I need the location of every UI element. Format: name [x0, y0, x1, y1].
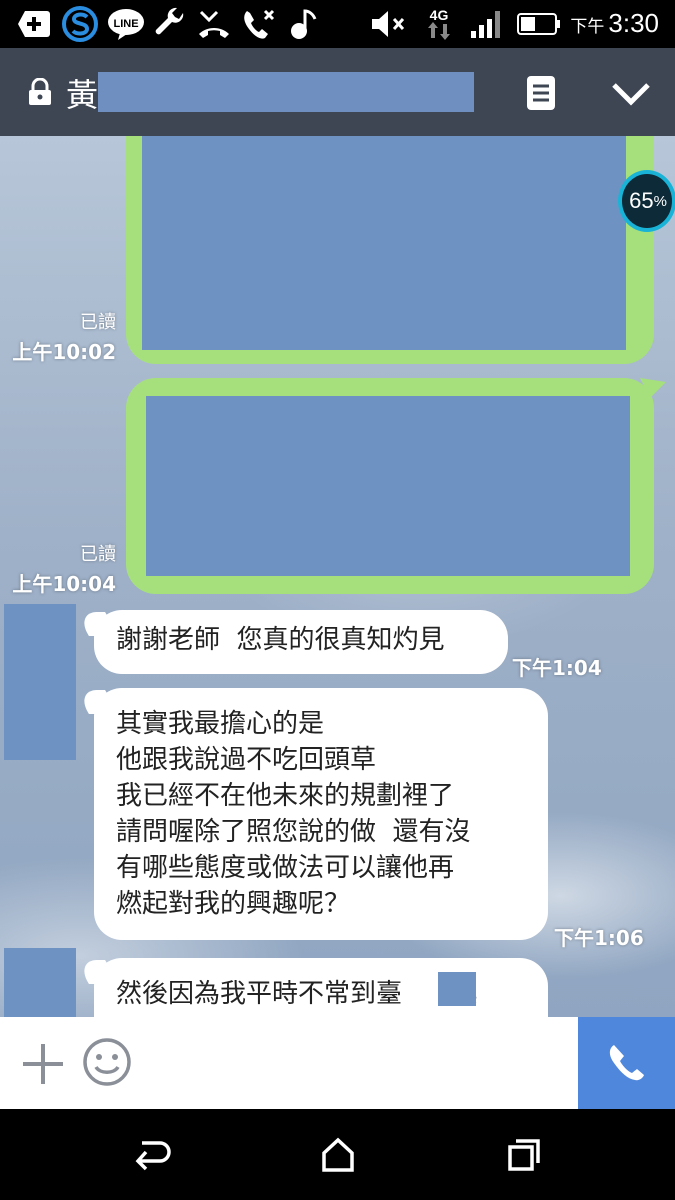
back-icon[interactable] — [132, 1137, 172, 1173]
message-time: 上午10:02 — [12, 340, 116, 364]
received-message-bubble[interactable]: 然後因為我平時不常到臺 其 — [94, 958, 548, 1017]
message-time: 下午1:06 — [554, 926, 644, 950]
plus-icon[interactable] — [20, 1041, 66, 1087]
sync-s-icon — [60, 6, 100, 42]
title-redaction — [98, 72, 474, 112]
received-message-bubble[interactable]: 其實我最擔心的是 他跟我說過不吃回頭草 我已經不在他未來的規劃裡了 請問喔除了照… — [94, 688, 548, 940]
message-time: 下午1:04 — [512, 656, 602, 680]
percent-value: 65 — [629, 188, 654, 213]
message-redaction — [146, 396, 630, 576]
battery-icon — [516, 6, 562, 42]
received-message-bubble[interactable]: 謝謝老師 您真的很真知灼見 — [94, 610, 508, 674]
4g-data-icon: 4G — [424, 6, 454, 42]
input-bar — [0, 1017, 675, 1109]
menu-list-icon[interactable] — [524, 74, 558, 112]
wrench-icon — [152, 6, 188, 42]
message-redaction — [438, 972, 476, 1006]
sent-message-meta: 已讀 上午10:02 — [10, 308, 116, 365]
line-badge-text: LINE — [113, 18, 138, 30]
clock: 下午 3:30 — [570, 8, 659, 39]
plus-square-icon — [16, 6, 52, 42]
read-receipt: 已讀 — [80, 544, 116, 565]
call-button[interactable] — [578, 1017, 675, 1109]
clock-period: 下午 — [570, 17, 605, 36]
status-bar: LINE 4G 下午 3:30 — [0, 0, 675, 48]
recents-icon[interactable] — [506, 1137, 546, 1173]
bubble-tail — [640, 378, 666, 398]
missed-call-x-icon — [240, 6, 280, 42]
mute-icon — [370, 6, 408, 42]
phone-icon — [609, 1045, 644, 1081]
chevron-down-icon[interactable] — [610, 78, 652, 108]
chat-area[interactable]: 已讀 上午10:02 已讀 上午10:04 謝謝老師 您真的很真知灼見 下午1:… — [0, 136, 675, 1017]
avatar[interactable] — [4, 948, 76, 1017]
music-note-icon — [286, 6, 320, 42]
network-type-label: 4G — [429, 7, 449, 23]
lock-icon — [28, 77, 52, 106]
chat-title[interactable]: 黃 — [66, 70, 98, 116]
line-app-icon: LINE — [106, 6, 146, 42]
chat-header: 黃 — [0, 48, 675, 136]
sent-message-bubble[interactable] — [126, 136, 654, 364]
home-icon[interactable] — [320, 1137, 360, 1173]
read-receipt: 已讀 — [80, 312, 116, 333]
avatar[interactable] — [4, 604, 76, 760]
percent-overlay-badge[interactable]: 65% — [618, 170, 675, 232]
sent-message-meta: 已讀 上午10:04 — [10, 540, 116, 597]
message-redaction — [142, 136, 626, 350]
emoji-icon[interactable] — [82, 1037, 132, 1087]
signal-icon — [468, 6, 506, 42]
percent-unit: % — [653, 192, 667, 210]
sent-message-bubble[interactable] — [126, 378, 654, 594]
missed-call-icon — [196, 6, 232, 42]
clock-time: 3:30 — [608, 8, 659, 38]
message-time: 上午10:04 — [12, 572, 116, 596]
navigation-bar — [0, 1109, 675, 1200]
